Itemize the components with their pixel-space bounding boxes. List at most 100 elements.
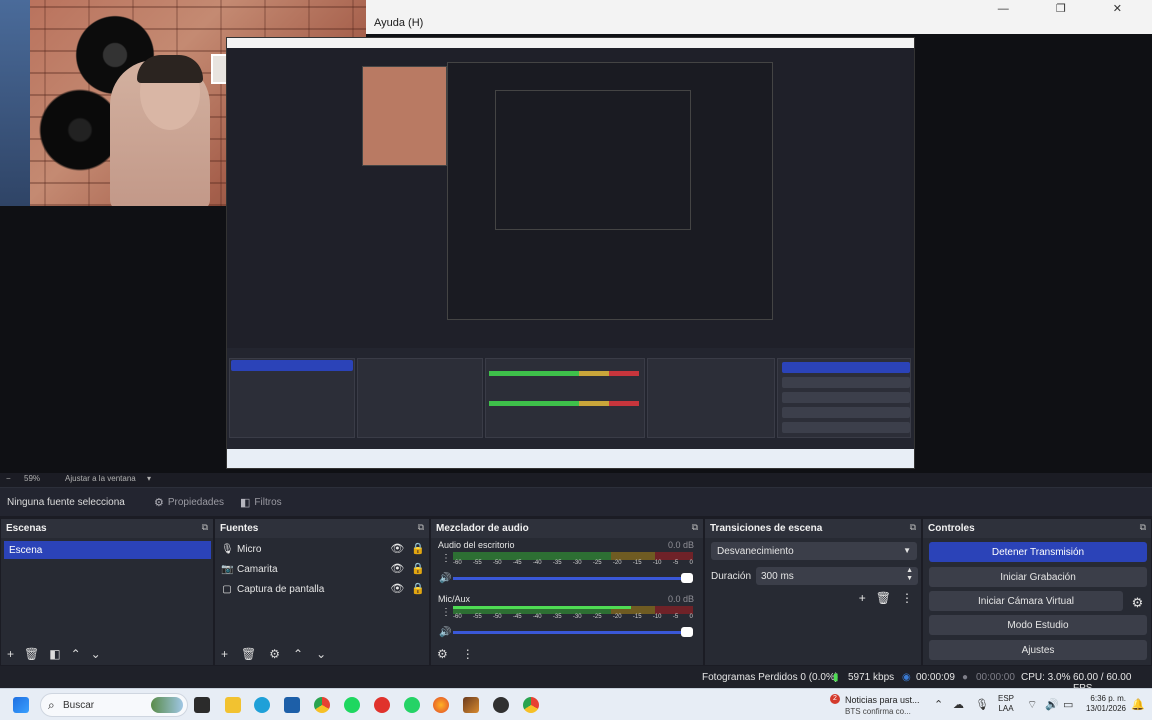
scene-item[interactable]: Escena <box>4 541 211 559</box>
properties-button[interactable]: ⚙ Propiedades <box>146 492 232 513</box>
eye-icon[interactable]: 👁 <box>390 562 404 575</box>
windows-start-icon[interactable] <box>13 697 29 713</box>
fit-to-window-option[interactable]: Ajustar a la ventana <box>65 474 136 483</box>
transition-select[interactable]: Desvanecimiento ▼ <box>711 542 917 560</box>
meter-tick-label: -50 <box>492 560 502 566</box>
channel-name: Audio del escritorio <box>438 540 515 550</box>
obs-icon[interactable] <box>493 697 509 713</box>
undock-icon[interactable]: ⧉ <box>418 522 424 533</box>
game-app-icon[interactable] <box>463 697 479 713</box>
add-icon[interactable]: + <box>221 647 228 661</box>
edge-icon[interactable] <box>254 697 270 713</box>
whatsapp-icon[interactable] <box>404 697 420 713</box>
spotify-icon[interactable] <box>344 697 360 713</box>
zoom-bar: − 59% Ajustar a la ventana ▾ <box>0 473 1152 485</box>
undock-icon[interactable]: ⧉ <box>202 522 208 533</box>
notification-bell-icon[interactable]: 🔔 <box>1131 698 1145 711</box>
preview-canvas[interactable]: Ayuda (H) — ❐ ✕ <box>0 0 1152 473</box>
studio-mode-button[interactable]: Modo Estudio <box>929 615 1147 635</box>
trash-icon[interactable]: 🗑 <box>241 647 256 661</box>
chrome-profile-icon[interactable] <box>523 697 539 713</box>
trash-icon[interactable]: 🗑 <box>24 647 39 661</box>
chevron-down-icon[interactable]: ⌄ <box>91 647 101 661</box>
record-icon: ● <box>962 672 969 683</box>
add-icon[interactable]: + <box>859 591 866 605</box>
meter-tick-label: -45 <box>512 614 522 620</box>
duration-input[interactable]: 300 ms ▲ ▼ <box>756 567 918 585</box>
language-indicator[interactable]: ESP LAA <box>998 694 1014 714</box>
chevron-up-icon[interactable]: ⌃ <box>934 698 943 711</box>
stream-time: 00:00:09 <box>916 672 955 683</box>
search-icon: ⌕ <box>48 698 55 712</box>
channel-menu-icon[interactable]: ⋮ <box>441 554 451 564</box>
gear-icon[interactable]: ⚙ <box>269 647 280 661</box>
filters-button[interactable]: ◧ Filtros <box>232 492 290 513</box>
undock-icon[interactable]: ⧉ <box>692 522 698 533</box>
volume-icon[interactable]: 🔊 <box>1045 698 1059 711</box>
microphone-tray-icon[interactable]: 🎙 <box>975 698 989 711</box>
media-app-icon[interactable] <box>374 697 390 713</box>
taskbar-search[interactable]: ⌕ Buscar <box>40 693 188 717</box>
chevron-up-icon[interactable]: ⌃ <box>293 647 303 661</box>
battery-icon[interactable]: ▭ <box>1063 698 1073 711</box>
undock-icon[interactable]: ⧉ <box>1140 522 1146 533</box>
volume-meter <box>453 552 693 560</box>
meter-tick-label: -55 <box>472 614 482 620</box>
eye-icon[interactable]: 👁 <box>390 582 404 595</box>
meter-tick-label: -25 <box>592 560 602 566</box>
settings-button[interactable]: Ajustes <box>929 640 1147 660</box>
meter-ticks: -60 -55 -50 -45 -40 -35 -30 -25 -20 -15 -10 -5 0 <box>453 614 693 620</box>
lock-icon[interactable]: 🔒 <box>411 542 425 555</box>
meter-tick-label: -30 <box>572 560 582 566</box>
audio-mixer-dock: Mezclador de audio ⧉ Audio del escritori… <box>430 518 704 666</box>
volume-slider[interactable] <box>453 577 681 580</box>
zoom-level[interactable]: 59% <box>24 474 40 483</box>
source-item[interactable]: 🎙 Micro 👁 🔒 <box>221 540 425 558</box>
volume-slider[interactable] <box>453 631 681 634</box>
meter-tick-label: -55 <box>472 560 482 566</box>
camera-icon: 📷 <box>221 563 234 575</box>
stop-streaming-button[interactable]: Detener Transmisión <box>929 542 1147 562</box>
channel-db: 0.0 dB <box>667 594 694 604</box>
cpu-usage: CPU: 3.0% <box>1021 672 1071 683</box>
volume-slider-handle[interactable] <box>681 573 693 583</box>
lock-icon[interactable]: 🔒 <box>411 582 425 595</box>
chevron-up-icon[interactable]: ⌃ <box>71 647 81 661</box>
eye-icon[interactable]: 👁 <box>390 542 404 555</box>
speaker-icon[interactable]: 🔊 <box>439 573 451 584</box>
start-recording-button[interactable]: Iniciar Grabación <box>929 567 1147 587</box>
undock-icon[interactable]: ⧉ <box>910 522 916 533</box>
file-explorer-icon[interactable] <box>225 697 241 713</box>
lock-icon[interactable]: 🔒 <box>411 562 425 575</box>
trash-icon[interactable]: 🗑 <box>876 591 891 605</box>
chrome-icon[interactable] <box>314 697 330 713</box>
news-widget[interactable]: 2 Noticias para ust... BTS confirma co..… <box>826 692 936 718</box>
store-icon[interactable] <box>284 697 300 713</box>
filter-icon: ◧ <box>240 497 251 509</box>
zoom-dropdown-icon[interactable]: ▾ <box>147 474 151 483</box>
wifi-icon[interactable]: ⌔ <box>1027 698 1037 712</box>
spinner-icon[interactable]: ▲ ▼ <box>906 567 913 583</box>
channel-menu-icon[interactable]: ⋮ <box>441 608 451 618</box>
chevron-down-icon[interactable]: ⌄ <box>316 647 326 661</box>
sources-toolbar: + 🗑 ⚙ ⌃ ⌄ <box>215 643 429 665</box>
advanced-audio-icon[interactable]: ⚙ <box>437 647 448 661</box>
source-item[interactable]: 📷 Camarita 👁 🔒 <box>221 560 425 578</box>
start-virtual-camera-button[interactable]: Iniciar Cámara Virtual <box>929 591 1123 611</box>
system-clock[interactable]: 6:36 p. m. 13/01/2026 <box>1086 694 1126 714</box>
collapse-button[interactable]: − <box>6 474 11 483</box>
volume-slider-handle[interactable] <box>681 627 693 637</box>
mixer-menu-icon[interactable]: ⋮ <box>462 647 474 661</box>
menu-icon[interactable]: ⋮ <box>901 591 913 605</box>
meter-tick-label: -5 <box>672 560 679 566</box>
source-item[interactable]: ▢ Captura de pantalla 👁 🔒 <box>221 580 425 598</box>
mixer-toolbar: ⚙ ⋮ <box>431 643 703 665</box>
cloud-icon[interactable]: ☁ <box>953 698 964 711</box>
microphone-icon: 🎙 <box>221 543 234 555</box>
speaker-icon[interactable]: 🔊 <box>439 627 451 638</box>
task-view-icon[interactable] <box>194 697 210 713</box>
add-icon[interactable]: + <box>7 647 14 661</box>
gear-icon[interactable]: ⚙ <box>1128 593 1147 613</box>
scene-filters-icon[interactable]: ◧ <box>49 647 60 661</box>
firefox-icon[interactable] <box>433 697 449 713</box>
